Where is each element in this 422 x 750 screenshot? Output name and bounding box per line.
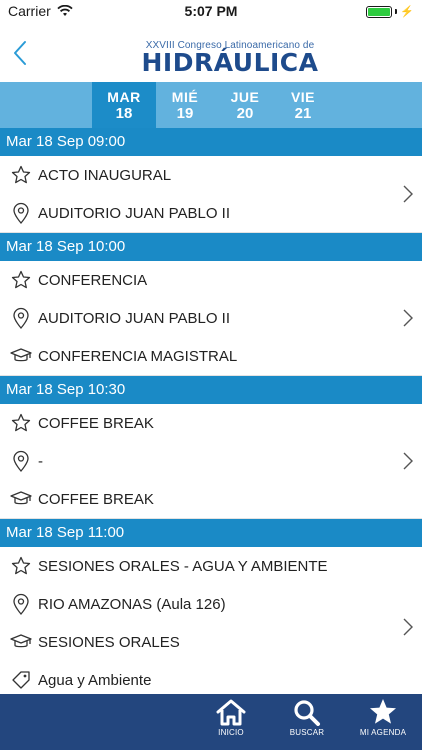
day-name: JUE [230,89,260,105]
day-number: 20 [236,105,254,122]
day-selector: MAR 18 MIÉ 19 JUE 20 VIE 21 [0,82,422,128]
charging-icon: ⚡ [400,6,414,18]
event-type: SESIONES ORALES [38,633,180,651]
event-title: CONFERENCIA [38,271,148,289]
event-type-row: COFFEE BREAK [0,480,422,518]
day-name: VIE [290,89,316,105]
home-icon [216,699,246,726]
congress-logo: XXVIII Congreso Latinoamericano de HIDRÁ… [130,40,330,75]
graduation-cap-icon [10,631,32,653]
agenda-event[interactable]: ACTO INAUGURAL AUDITORIO JUAN PABLO II [0,156,422,233]
status-right: ⚡ [366,5,414,18]
location-pin-icon [10,202,32,224]
event-location-row: AUDITORIO JUAN PABLO II [0,299,422,337]
graduation-cap-icon [10,488,32,510]
time-section-header: Mar 18 Sep 11:00 [0,519,422,547]
event-tag: Agua y Ambiente [38,671,152,689]
graduation-cap-icon [10,345,32,367]
event-title: SESIONES ORALES - AGUA Y AMBIENTE [38,557,328,575]
app-header: XXVIII Congreso Latinoamericano de HIDRÁ… [0,22,422,82]
day-name: MAR [107,89,141,105]
event-type-row: CONFERENCIA MAGISTRAL [0,337,422,375]
day-tab-mar[interactable]: MAR 18 [92,82,156,128]
time-section-header: Mar 18 Sep 09:00 [0,128,422,156]
event-location-row: AUDITORIO JUAN PABLO II [0,194,422,232]
tag-icon [10,669,32,691]
event-title-row: CONFERENCIA [0,261,422,299]
event-location-row: - [0,442,422,480]
location-pin-icon [10,450,32,472]
back-button[interactable] [8,38,32,68]
event-title-row: ACTO INAUGURAL [0,156,422,194]
day-number: 21 [294,105,312,122]
event-location: AUDITORIO JUAN PABLO II [38,204,230,222]
tab-search[interactable]: BUSCAR [277,694,337,750]
chevron-right-icon [403,309,413,327]
event-location: RIO AMAZONAS (Aula 126) [38,595,226,613]
star-outline-icon[interactable] [10,412,32,434]
event-type: COFFEE BREAK [38,490,154,508]
day-tab-mie[interactable]: MIÉ 19 [153,82,217,128]
day-tab-jue[interactable]: JUE 20 [213,82,277,128]
agenda-event[interactable]: SESIONES ORALES - AGUA Y AMBIENTE RIO AM… [0,547,422,694]
event-location-row: RIO AMAZONAS (Aula 126) [0,585,422,623]
logo-title: HIDRÁULICA [141,48,319,77]
star-outline-icon[interactable] [10,164,32,186]
star-outline-icon[interactable] [10,555,32,577]
day-tab-vie[interactable]: VIE 21 [271,82,335,128]
chevron-right-icon [403,452,413,470]
tab-home[interactable]: INICIO [201,694,261,750]
location-pin-icon [10,307,32,329]
tab-search-label: BUSCAR [289,728,325,737]
tab-home-label: INICIO [218,728,244,737]
event-location: - [38,452,43,470]
event-type: CONFERENCIA MAGISTRAL [38,347,238,365]
tab-my-agenda[interactable]: MI AGENDA [353,694,413,750]
time-section-header: Mar 18 Sep 10:30 [0,376,422,404]
event-tag-row: Agua y Ambiente [0,661,422,694]
agenda-event[interactable]: CONFERENCIA AUDITORIO JUAN PABLO II CONF… [0,261,422,376]
status-bar: Carrier 5:07 PM ⚡ [0,0,422,22]
event-location: AUDITORIO JUAN PABLO II [38,309,230,327]
star-outline-icon[interactable] [10,269,32,291]
event-title-row: SESIONES ORALES - AGUA Y AMBIENTE [0,547,422,585]
tab-my-agenda-label: MI AGENDA [359,728,407,737]
day-name: MIÉ [171,89,199,105]
event-title: ACTO INAUGURAL [38,166,172,184]
chevron-left-icon [14,41,26,65]
event-type-row: SESIONES ORALES [0,623,422,661]
bottom-tab-bar: INICIO BUSCAR MI AGENDA [0,694,422,750]
time-section-header: Mar 18 Sep 10:00 [0,233,422,261]
day-number: 18 [115,105,133,122]
event-title: COFFEE BREAK [38,414,154,432]
search-icon [294,700,320,726]
day-number: 19 [176,105,194,122]
star-icon [370,699,396,724]
status-time: 5:07 PM [184,3,238,19]
battery-icon [366,5,393,18]
agenda-event[interactable]: COFFEE BREAK - COFFEE BREAK [0,404,422,519]
agenda-list[interactable]: Mar 18 Sep 09:00 ACTO INAUGURAL AUDITORI… [0,128,422,694]
location-pin-icon [10,593,32,615]
chevron-right-icon [403,185,413,203]
chevron-right-icon [403,618,413,636]
battery-tip [395,9,398,14]
event-title-row: COFFEE BREAK [0,404,422,442]
